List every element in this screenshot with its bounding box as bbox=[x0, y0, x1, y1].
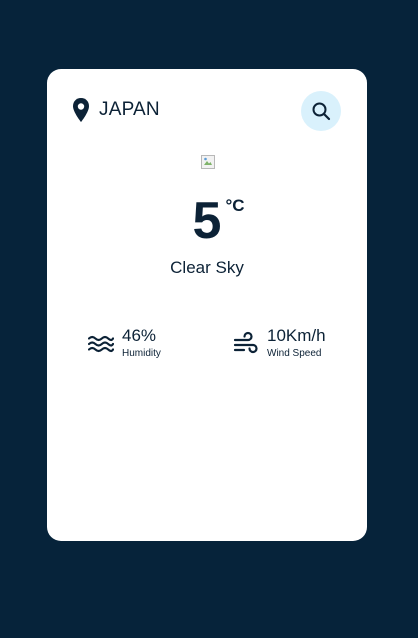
broken-image-icon bbox=[201, 155, 215, 169]
wind-stat: 10Km/h Wind Speed bbox=[233, 327, 326, 361]
search-button[interactable] bbox=[301, 91, 341, 131]
map-pin-icon bbox=[73, 98, 89, 122]
location-header: JAPAN bbox=[71, 97, 160, 123]
wind-icon bbox=[233, 331, 258, 354]
wind-label: Wind Speed bbox=[267, 348, 322, 359]
waves-icon bbox=[88, 335, 114, 353]
weather-image bbox=[201, 155, 215, 169]
wind-value: 10Km/h bbox=[267, 326, 326, 345]
temperature-display: 5 °C bbox=[47, 195, 367, 247]
humidity-value: 46% bbox=[122, 326, 157, 345]
location-name: JAPAN bbox=[99, 99, 160, 120]
weather-card: JAPAN 5 °C Clear Sky 46% Humidity 10Km/h… bbox=[47, 69, 367, 541]
search-icon bbox=[312, 102, 331, 121]
weather-description: Clear Sky bbox=[170, 258, 244, 277]
temperature-unit: °C bbox=[225, 196, 245, 215]
humidity-stat: 46% Humidity bbox=[88, 327, 161, 361]
temperature-value: 5 °C bbox=[192, 192, 245, 250]
humidity-label: Humidity bbox=[122, 348, 161, 359]
